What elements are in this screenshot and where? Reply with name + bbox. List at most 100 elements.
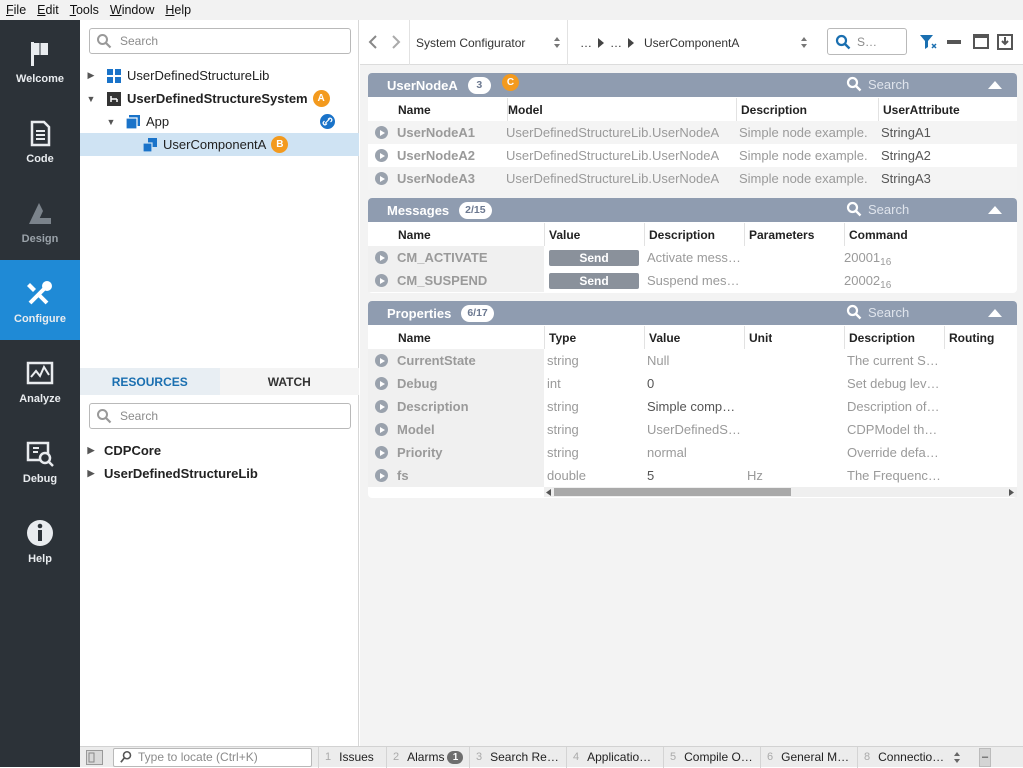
breadcrumb-ellipsis[interactable]: … [580,36,592,50]
table-row[interactable]: UserNodeA2 UserDefinedStructureLib.UserN… [368,144,1017,167]
panel-toggle-icon[interactable] [86,749,103,765]
play-icon[interactable] [375,172,388,185]
play-icon[interactable] [375,354,388,367]
section-search[interactable]: Search [846,201,909,217]
row-value[interactable]: 0 [647,372,742,395]
table-row[interactable]: CM_ACTIVATE Send Activate mess… 20001 16 [368,246,1017,269]
tools-icon [27,281,52,305]
expand-arrow-icon[interactable]: ▶ [84,467,98,481]
play-icon[interactable] [375,149,388,162]
table-row[interactable]: CM_SUSPEND Send Suspend mes… 20002 16 [368,269,1017,292]
tab-resources[interactable]: RESOURCES [80,368,220,395]
status-tab-connection[interactable]: 8 Connectio… [857,746,967,768]
play-icon[interactable] [375,274,388,287]
menu-window[interactable]: Window [104,3,159,17]
menu-file[interactable]: File [0,3,31,17]
back-arrow-icon[interactable] [367,35,379,49]
collapse-icon[interactable] [988,205,1002,214]
table-row[interactable]: Priority string normal Override defa… [368,441,1017,464]
send-button[interactable]: Send [549,272,639,289]
section-search[interactable]: Search [846,76,909,92]
resource-item-lib[interactable]: ▶ UserDefinedStructureLib [80,462,359,485]
status-tab-search[interactable]: 3 Search Re… [469,746,566,768]
play-icon[interactable] [375,377,388,390]
tree-item-app[interactable]: ▼ App [80,110,359,133]
table-row[interactable]: UserNodeA3 UserDefinedStructureLib.UserN… [368,167,1017,190]
resource-item-cdpcore[interactable]: ▶ CDPCore [80,439,359,462]
resources-search-input[interactable]: Search [89,403,351,429]
col-unit: Unit [744,326,772,349]
tree-search-input[interactable]: Search [89,28,351,54]
expand-arrow-icon[interactable]: ▶ [84,69,98,83]
play-icon[interactable] [375,126,388,139]
table-row[interactable]: Description string Simple comp… Descript… [368,395,1017,418]
play-icon[interactable] [375,251,388,264]
usernode-header[interactable]: UserNodeA 3 C Search [368,73,1017,97]
tree-item-system[interactable]: ▼ UserDefinedStructureSystem A [80,87,359,110]
filter-icon[interactable] [919,34,937,50]
menu-tools[interactable]: Tools [64,3,104,17]
send-button[interactable]: Send [549,249,639,266]
forward-arrow-icon[interactable] [390,35,402,49]
nav-design[interactable]: Design [0,180,80,260]
row-attribute[interactable]: StringA2 [881,144,931,167]
maximize-icon[interactable] [973,34,989,49]
table-row[interactable]: Debug int 0 Set debug lev… [368,372,1017,395]
locate-input[interactable]: Type to locate (Ctrl+K) [113,747,312,767]
updown-icon[interactable] [953,751,961,764]
nav-configure[interactable]: Configure [0,260,80,340]
expand-arrow-icon[interactable]: ▶ [84,444,98,458]
configurator-selector[interactable]: System Configurator [409,20,567,65]
nav-help[interactable]: Help [0,500,80,580]
scroll-right-icon[interactable] [1009,489,1014,496]
tree-item-usercomponent[interactable]: UserComponentA B [80,133,359,156]
status-tab-issues[interactable]: 1 Issues [318,746,386,768]
status-tab-compile[interactable]: 5 Compile O… [663,746,760,768]
tab-watch[interactable]: WATCH [219,368,359,395]
component-icon [143,137,157,152]
status-tab-application[interactable]: 4 Applicatio… [566,746,663,768]
menu-edit[interactable]: Edit [31,3,64,17]
play-icon[interactable] [375,469,388,482]
dock-icon[interactable] [996,33,1014,51]
collapse-arrow-icon[interactable]: ▼ [84,92,98,106]
collapse-icon[interactable] [988,80,1002,89]
row-value[interactable]: Null [647,349,742,372]
horizontal-scrollbar[interactable] [544,487,1017,497]
minimize-panel-button[interactable]: – [979,747,991,767]
scroll-left-icon[interactable] [546,489,551,496]
link-icon[interactable] [320,114,335,129]
breadcrumb-ellipsis[interactable]: … [610,36,622,50]
table-row[interactable]: CurrentState string Null The current S… [368,349,1017,372]
nav-analyze[interactable]: Analyze [0,340,80,420]
row-value[interactable]: normal [647,441,742,464]
row-value[interactable]: Simple comp… [647,395,742,418]
tree-item-lib[interactable]: ▶ UserDefinedStructureLib [80,64,359,87]
menu-help[interactable]: Help [159,3,196,17]
breadcrumb-current[interactable]: UserComponentA [644,36,739,50]
play-icon[interactable] [375,423,388,436]
status-tab-general[interactable]: 6 General M… [760,746,857,768]
play-icon[interactable] [375,400,388,413]
table-row[interactable]: Model string UserDefinedS… CDPModel th… [368,418,1017,441]
section-search[interactable]: Search [846,304,909,320]
row-attribute[interactable]: StringA3 [881,167,931,190]
table-row[interactable]: fs double 5 Hz The Frequenc… [368,464,1017,487]
breadcrumb[interactable]: … … UserComponentA [567,20,815,65]
play-icon[interactable] [375,446,388,459]
table-row[interactable]: UserNodeA1 UserDefinedStructureLib.UserN… [368,121,1017,144]
row-value[interactable]: 5 [647,464,742,487]
nav-welcome[interactable]: Welcome [0,20,80,100]
nav-debug[interactable]: Debug [0,420,80,500]
collapse-icon[interactable] [988,308,1002,317]
messages-header[interactable]: Messages 2/15 Search [368,198,1017,222]
minimize-icon[interactable] [946,39,962,45]
nav-code[interactable]: Code [0,100,80,180]
scrollbar-thumb[interactable] [554,488,791,496]
row-attribute[interactable]: StringA1 [881,121,931,144]
row-value[interactable]: UserDefinedS… [647,418,742,441]
properties-header[interactable]: Properties 6/17 Search [368,301,1017,325]
collapse-arrow-icon[interactable]: ▼ [104,115,118,129]
toolbar-search-input[interactable]: S… [827,28,907,55]
status-tab-alarms[interactable]: 2 Alarms 1 [386,746,469,768]
